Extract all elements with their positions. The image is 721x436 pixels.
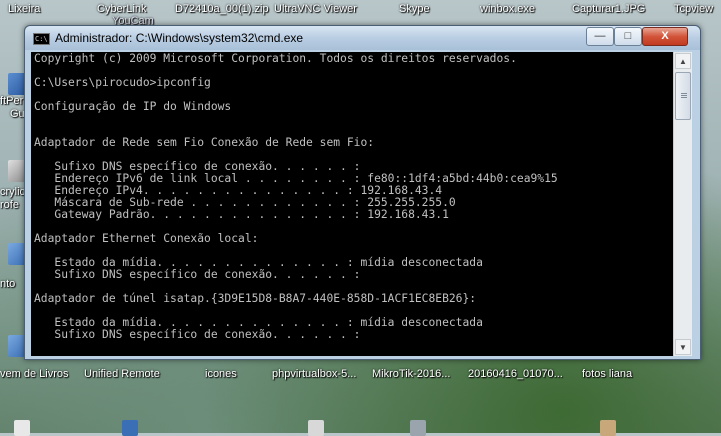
desktop-icon-lixeira[interactable]: Lixeira: [8, 3, 40, 15]
minimize-button[interactable]: —: [586, 27, 614, 46]
desktop-label-fragment: rofe: [0, 199, 19, 211]
desktop-app-icon[interactable]: [600, 420, 616, 436]
scroll-down-arrow-icon[interactable]: ▼: [675, 339, 691, 355]
scroll-up-arrow-icon[interactable]: ▲: [675, 53, 691, 69]
desktop-icon-20160416[interactable]: 20160416_01070...: [468, 368, 563, 380]
desktop-icon-capturar[interactable]: Capturar1.JPG: [572, 3, 645, 15]
maximize-button[interactable]: □: [614, 27, 642, 46]
window-title: Administrador: C:\Windows\system32\cmd.e…: [55, 31, 304, 45]
desktop-icon-phpvirtualbox[interactable]: phpvirtualbox-5...: [272, 368, 356, 380]
desktop-icon-winbox[interactable]: winbox.exe: [480, 3, 535, 15]
desktop-label-fragment: nto: [0, 278, 16, 290]
desktop-app-icon[interactable]: [122, 420, 138, 436]
desktop-icon-cyberlink[interactable]: CyberLink: [97, 3, 147, 15]
desktop-icon-ultravnc[interactable]: UltraVNC Viewer: [274, 3, 357, 15]
cmd-icon[interactable]: C:\: [33, 33, 50, 45]
desktop-top-icon-labels: Lixeira CyberLink D72410a_00(1).zip Ultr…: [0, 0, 721, 20]
desktop-icon-mikrotik[interactable]: MikroTik-2016...: [372, 368, 450, 380]
vertical-scrollbar[interactable]: ▲ ▼: [673, 52, 692, 356]
close-button[interactable]: X: [642, 27, 688, 46]
desktop-icon-tcpview[interactable]: Tcpview: [674, 3, 713, 15]
desktop-icon-livros[interactable]: vem de Livros: [0, 368, 68, 380]
cmd-window[interactable]: C:\ Administrador: C:\Windows\system32\c…: [24, 25, 701, 360]
desktop-label-fragment: ftPer: [0, 95, 24, 107]
desktop-app-icon[interactable]: [308, 420, 324, 436]
desktop-icon-unified-remote[interactable]: Unified Remote: [84, 368, 160, 380]
desktop-app-icon[interactable]: [410, 420, 426, 436]
console-output[interactable]: Copyright (c) 2009 Microsoft Corporation…: [31, 52, 673, 356]
window-titlebar[interactable]: C:\ Administrador: C:\Windows\system32\c…: [25, 26, 700, 50]
desktop-icon-skype[interactable]: Skype: [399, 3, 430, 15]
desktop-icon-zip[interactable]: D72410a_00(1).zip: [175, 3, 269, 15]
desktop-label-fragment: crylic: [0, 186, 26, 198]
desktop-label-fragment: Gu: [10, 108, 25, 120]
scroll-thumb[interactable]: [675, 72, 691, 120]
desktop-icon-icones[interactable]: icones: [205, 368, 237, 380]
console-text: Copyright (c) 2009 Microsoft Corporation…: [34, 52, 558, 341]
desktop-app-icon[interactable]: [14, 420, 30, 436]
desktop-icon-fotos-liana[interactable]: fotos liana: [582, 368, 632, 380]
